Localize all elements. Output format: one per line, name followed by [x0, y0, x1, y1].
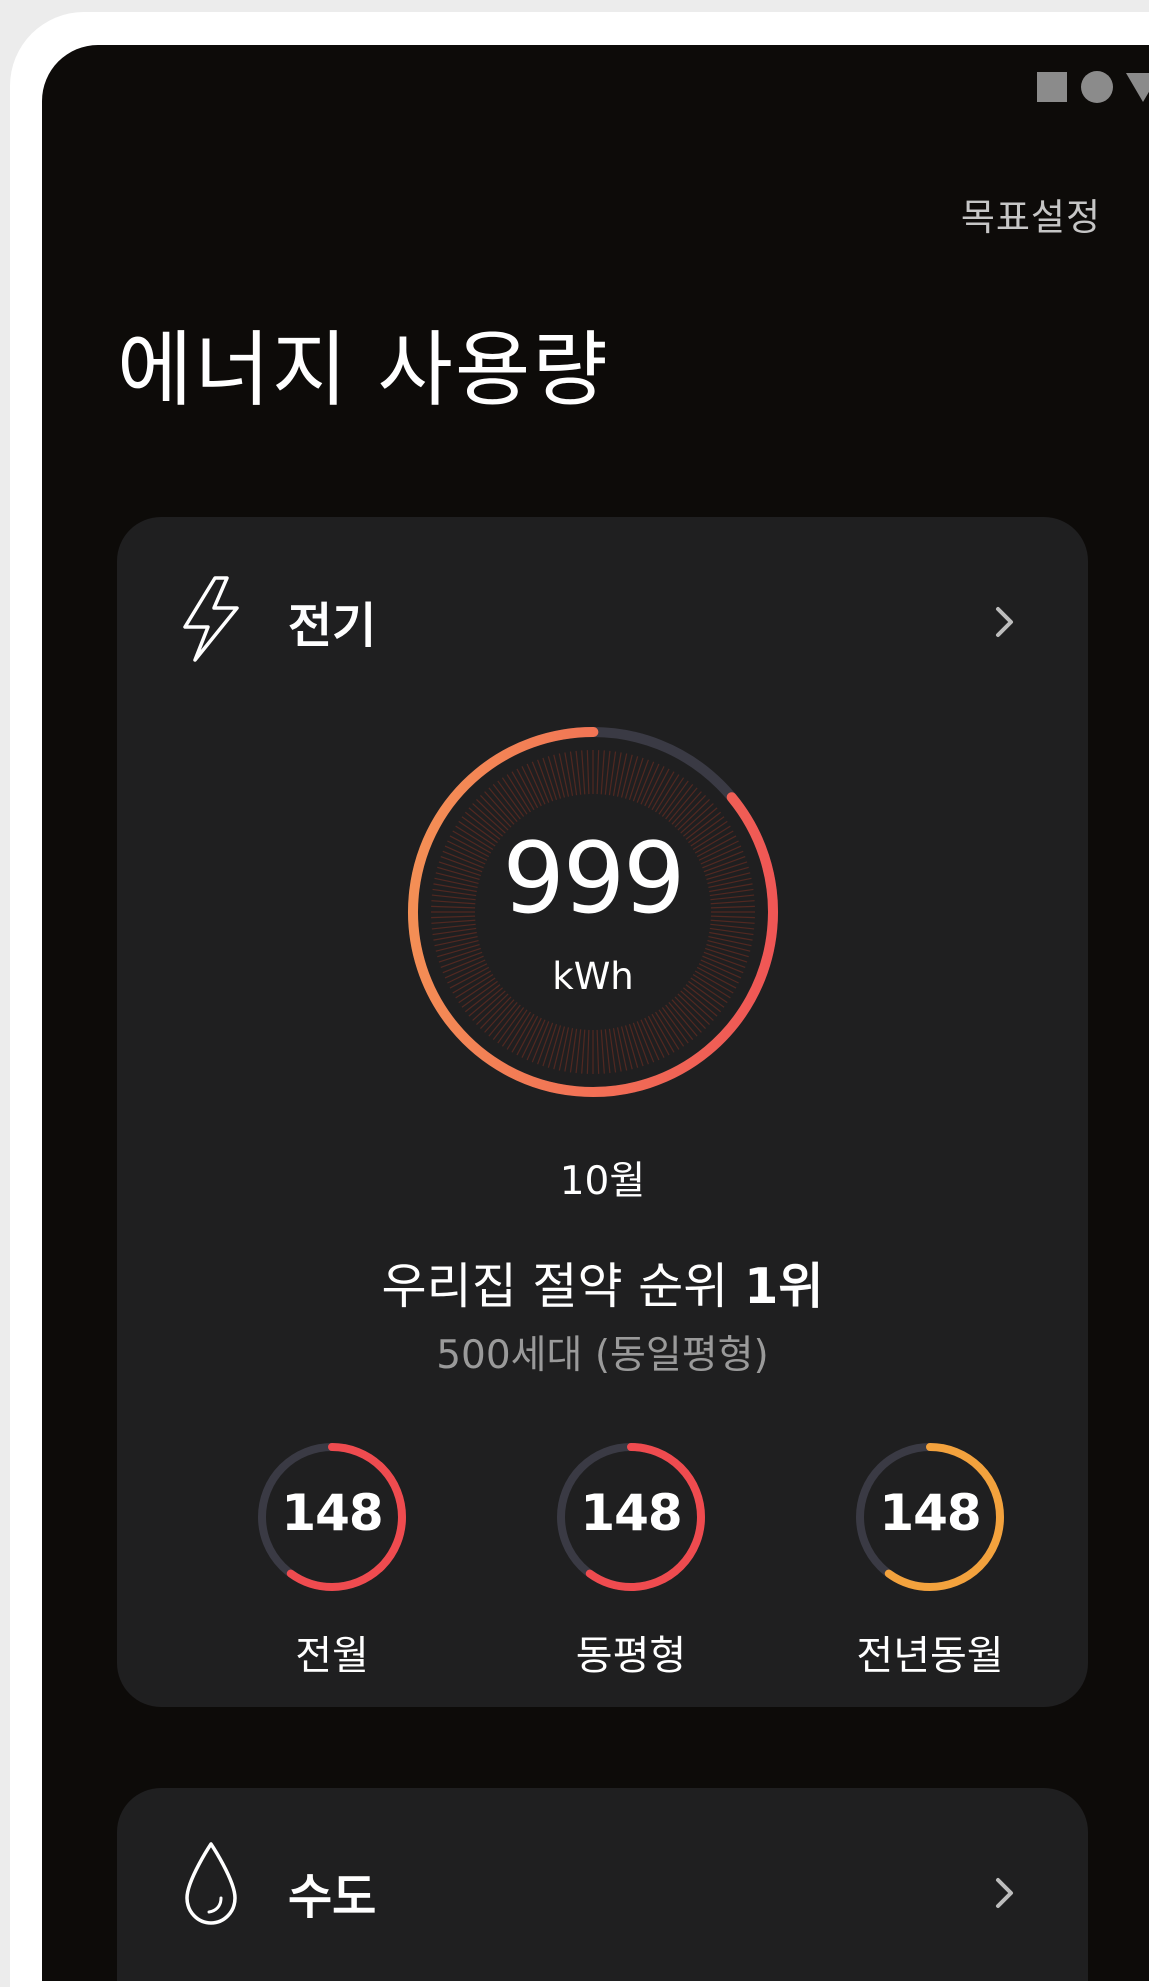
phone-frame: 목표설정 에너지 사용량 전기 999 kWh 10월 우리집 절약 순위 1위…	[10, 12, 1149, 1987]
comparison-value: 148	[879, 1484, 981, 1542]
water-card-header[interactable]: 수도	[117, 1788, 1088, 1981]
gauge-tick	[647, 768, 670, 809]
status-bar	[1019, 67, 1149, 107]
gauge-tick	[558, 753, 570, 797]
comparison-value: 148	[281, 1484, 383, 1542]
gauge-tick	[600, 1029, 605, 1074]
water-card: 수도	[117, 1788, 1088, 1981]
electricity-title: 전기	[288, 598, 377, 654]
usage-unit: kWh	[552, 955, 634, 998]
gauge-tick	[616, 1027, 628, 1071]
electricity-card-header[interactable]: 전기	[117, 517, 1088, 717]
gauge-tick	[677, 993, 710, 1025]
app-screen: 목표설정 에너지 사용량 전기 999 kWh 10월 우리집 절약 순위 1위…	[42, 45, 1149, 1981]
goal-setting-button[interactable]: 목표설정	[961, 187, 1101, 241]
gauge-tick	[521, 1017, 542, 1058]
gauge-tick	[480, 996, 512, 1029]
square-icon	[1037, 72, 1067, 102]
comparison-label: 동평형	[575, 1633, 687, 1679]
gauge-tick	[620, 754, 633, 798]
comparison-value: 148	[580, 1484, 682, 1542]
chevron-right-icon	[996, 1878, 1013, 1908]
gauge-tick	[620, 1026, 633, 1070]
usage-gauge: 999 kWh	[398, 717, 788, 1107]
water-drop-icon	[185, 1842, 237, 1925]
lightning-icon	[183, 576, 239, 662]
gauge-tick	[586, 1029, 590, 1074]
gauge-tick	[600, 750, 605, 795]
chevron-right-icon	[996, 607, 1013, 637]
gauge-tick	[516, 1015, 539, 1056]
gauge-tick	[586, 750, 590, 795]
gauge-tick	[644, 1017, 665, 1058]
gauge-tick	[521, 766, 542, 807]
gauge-tick	[435, 939, 479, 952]
gauge-tick	[644, 766, 665, 807]
page-title: 에너지 사용량	[117, 323, 610, 418]
gauge-tick	[707, 939, 751, 952]
gauge-tick	[604, 1029, 611, 1074]
gauge-tick	[581, 750, 586, 795]
gauge-tick	[674, 996, 706, 1029]
electricity-card: 전기 999 kWh 10월 우리집 절약 순위 1위 500세대 (동일평형)…	[117, 517, 1088, 1707]
gauge-tick	[708, 935, 752, 947]
gauge-tick	[516, 768, 539, 809]
gauge-tick	[604, 750, 611, 795]
saving-rank: 우리집 절약 순위 1위	[117, 1247, 1088, 1318]
comparison-previous-month[interactable]: 148 전월	[252, 1442, 412, 1679]
gauge-tick	[616, 753, 628, 797]
month-label: 10월	[559, 1159, 646, 1204]
gauge-tick	[581, 1029, 586, 1074]
gauge-tick	[596, 1029, 600, 1074]
gauge-tick	[575, 1029, 582, 1074]
gauge-tick	[476, 993, 509, 1025]
water-title: 수도	[288, 1869, 377, 1925]
gauge-tick	[558, 1027, 570, 1071]
comparison-same-size[interactable]: 148 동평형	[551, 1442, 711, 1679]
comparison-label: 전월	[295, 1633, 369, 1679]
household-info: 500세대 (동일평형)	[436, 1333, 769, 1378]
comparison-last-year[interactable]: 148 전년동월	[850, 1442, 1010, 1679]
saving-rank-value: 1위	[744, 1258, 824, 1315]
triangle-icon	[1126, 73, 1149, 102]
gauge-tick	[553, 1026, 566, 1070]
gauge-tick	[434, 935, 478, 947]
gauge-tick	[553, 754, 566, 798]
saving-rank-label: 우리집 절약 순위	[381, 1258, 729, 1315]
comparison-label: 전년동월	[856, 1633, 1004, 1679]
gauge-tick	[596, 750, 600, 795]
circle-icon	[1081, 71, 1113, 103]
gauge-tick	[575, 750, 582, 795]
gauge-tick	[647, 1015, 670, 1056]
usage-value: 999	[502, 822, 685, 936]
